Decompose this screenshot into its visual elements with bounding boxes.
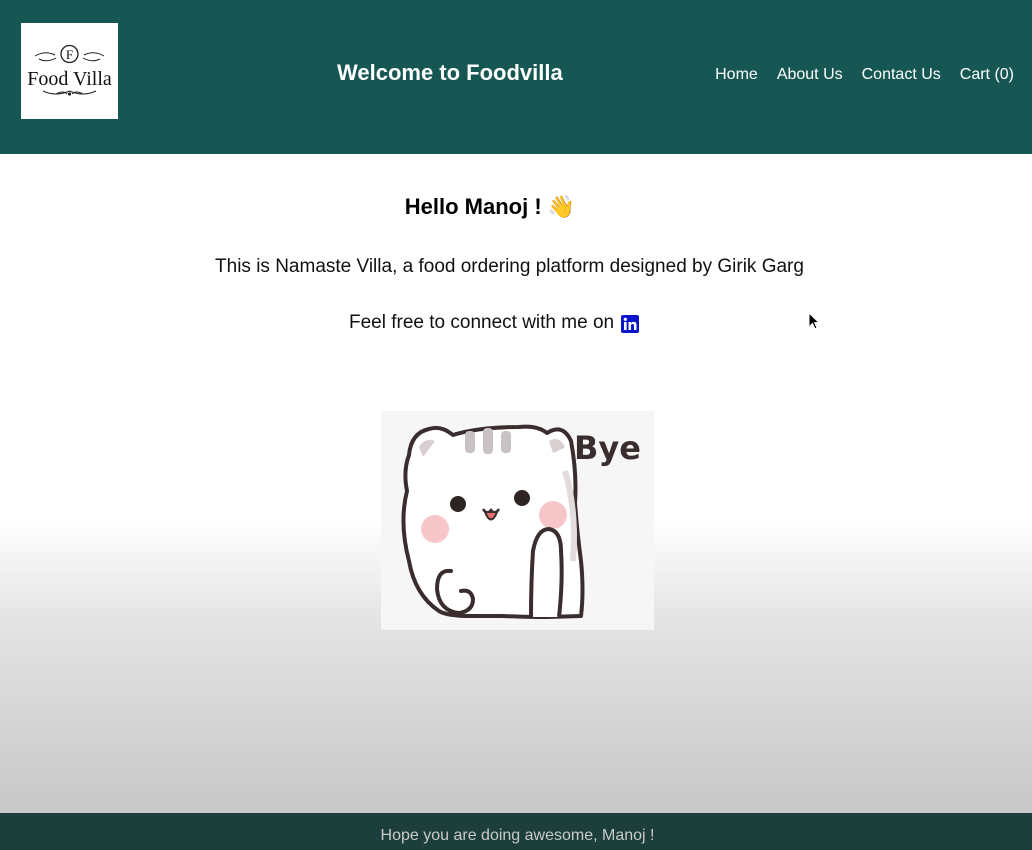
main-nav: Home About Us Contact Us Cart (0) [715,66,1014,84]
greeting-text: Hello Manoj ! [404,194,542,219]
nav-contact-link[interactable]: Contact Us [862,66,941,84]
greeting-heading: Hello Manoj ! 👋 [0,194,980,220]
waving-hand-icon: 👋 [547,194,576,219]
nav-home-link[interactable]: Home [715,66,758,84]
connect-line: Feel free to connect with me on [349,312,640,334]
footer-text: Hope you are doing awesome, Manoj ! [380,827,655,844]
site-title: Welcome to Foodvilla [337,60,563,85]
svg-text:Food Villa: Food Villa [27,68,112,90]
linkedin-icon[interactable] [621,315,640,333]
site-footer: Hope you are doing awesome, Manoj ! [0,813,1032,850]
nav-cart-link[interactable]: Cart (0) [960,66,1014,84]
connect-text: Feel free to connect with me on [349,312,615,333]
svg-text:Bye: Bye [574,429,641,467]
food-villa-logo[interactable]: F Food Villa [21,23,118,119]
mouse-cursor-icon [808,312,821,330]
bye-cat-sticker: Bye [381,411,654,630]
intro-text: This is Namaste Villa, a food ordering p… [215,256,804,277]
site-header: F Food Villa Welcome to Foodvilla Home A… [0,0,1032,154]
nav-about-link[interactable]: About Us [777,66,843,84]
svg-text:F: F [66,47,73,62]
